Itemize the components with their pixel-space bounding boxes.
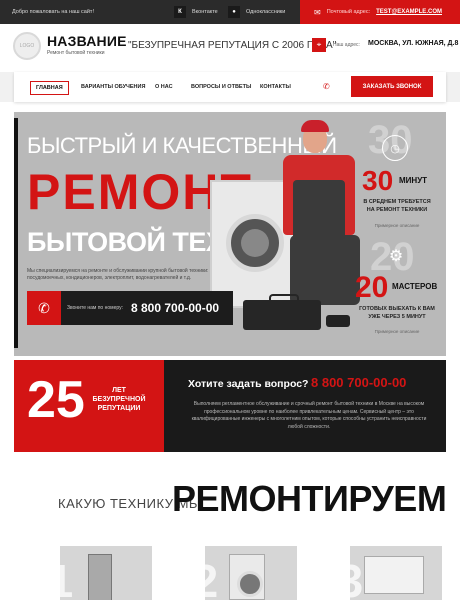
nav-item-faq[interactable]: ВОПРОСЫ И ОТВЕТЫ <box>186 81 256 93</box>
phone-icon: ✆ <box>323 82 330 91</box>
social-vk-label: Вконтакте <box>192 9 218 15</box>
washing-machine-icon <box>229 554 265 600</box>
stat1-unit: МИНУТ <box>399 176 428 185</box>
question-description: Выполняем регламентное обслуживание и ср… <box>191 401 427 430</box>
question-phone[interactable]: 8 800 700-00-00 <box>311 375 406 390</box>
top-bar: Добро пожаловать на наш сайт! К Вконтакт… <box>0 0 460 24</box>
air-conditioner-icon <box>364 556 424 594</box>
social-ok-label: Одноклассники <box>246 9 286 15</box>
brand[interactable]: НАЗВАНИЕ Ремонт бытовой техники <box>47 33 127 56</box>
years-text: ЛЕТ БЕЗУПРЕЧНОЙ РЕПУТАЦИИ <box>92 387 146 412</box>
hero-call-text: Звоните нам по номеру: <box>67 305 123 311</box>
card-number: 03 <box>350 555 364 600</box>
location-pin-icon: ⌖ <box>312 38 326 52</box>
technician-boot <box>326 315 350 327</box>
service-card-washer[interactable]: 02 <box>205 546 297 600</box>
question-title: Хотите задать вопрос? <box>188 378 309 390</box>
stat2-unit: МАСТЕРОВ <box>392 282 438 291</box>
technician-image-legs <box>290 235 360 305</box>
stat2-note: Примерное описание <box>374 329 420 334</box>
site-header: LOGO НАЗВАНИЕ Ремонт бытовой техники "БЕ… <box>0 24 460 72</box>
toolbox-image <box>243 294 321 330</box>
stat1-value: 30 <box>362 165 394 196</box>
phone-icon: ✆ <box>27 291 61 325</box>
main-nav: ГЛАВНАЯ ВАРИАНТЫ ОБУЧЕНИЯ О НАС ВОПРОСЫ … <box>14 72 446 102</box>
email-link[interactable]: TEST@EXAMPLE.COM <box>376 9 442 15</box>
stat2-description: ГОТОВЫХ ВЫЕХАТЬ К ВАМ УЖЕ ЧЕРЕЗ 5 МИНУТ <box>359 306 435 320</box>
technician-apron <box>293 180 345 240</box>
service-card-ac[interactable]: 03 <box>350 546 442 600</box>
nav-item-home[interactable]: ГЛАВНАЯ <box>30 81 69 95</box>
hero-phone[interactable]: 8 800 700-00-00 <box>131 301 219 315</box>
stat2-value: 20 <box>355 271 389 304</box>
vk-icon: К <box>174 6 186 18</box>
welcome-text: Добро пожаловать на наш сайт! <box>12 9 94 15</box>
ok-icon: ● <box>228 6 240 18</box>
address-label: Наш адрес: <box>333 42 360 48</box>
email-label: Почтовый адрес: <box>326 9 371 15</box>
fridge-icon <box>88 554 112 600</box>
card-number: 02 <box>205 555 219 600</box>
technician-cap <box>301 120 329 132</box>
gears-icon: ⚙ <box>388 248 404 265</box>
email-block: ✉ Почтовый адрес: TEST@EXAMPLE.COM <box>300 0 460 24</box>
social-vk-link[interactable]: К Вконтакте <box>174 6 218 18</box>
section-title-bold: РЕМОНТИРУЕМ <box>172 478 447 519</box>
logo[interactable]: LOGO <box>13 32 41 60</box>
stat1-note: Примерное описание <box>374 223 420 228</box>
mail-icon: ✉ <box>314 7 321 17</box>
address-value: МОСКВА, УЛ. ЮЖНАЯ, Д.8 <box>368 40 459 47</box>
social-ok-link[interactable]: ● Одноклассники <box>228 6 285 18</box>
brand-name: НАЗВАНИЕ <box>47 33 127 49</box>
nav-item-training[interactable]: ВАРИАНТЫ ОБУЧЕНИЯ <box>76 81 150 93</box>
brand-subtitle: Ремонт бытовой техники <box>47 50 105 56</box>
nav-item-contacts[interactable]: КОНТАКТЫ <box>255 81 296 93</box>
order-call-button[interactable]: ЗАКАЗАТЬ ЗВОНОК <box>351 76 433 97</box>
slogan: "БЕЗУПРЕЧНАЯ РЕПУТАЦИЯ С 2006 ГОДА" <box>128 40 337 51</box>
stat1-description: В СРЕДНЕМ ТРЕБУЕТСЯ НА РЕМОНТ ТЕХНИКИ <box>363 199 431 213</box>
hero-accent-bar <box>14 118 18 348</box>
clock-icon: ◷ <box>382 135 408 161</box>
nav-item-about[interactable]: О НАС <box>150 81 178 93</box>
service-card-fridge[interactable]: 01 <box>60 546 152 600</box>
years-number: 25 <box>27 371 85 429</box>
card-number: 01 <box>60 555 74 600</box>
hero-call-box[interactable]: ✆ Звоните нам по номеру: 8 800 700-00-00 <box>27 291 233 325</box>
